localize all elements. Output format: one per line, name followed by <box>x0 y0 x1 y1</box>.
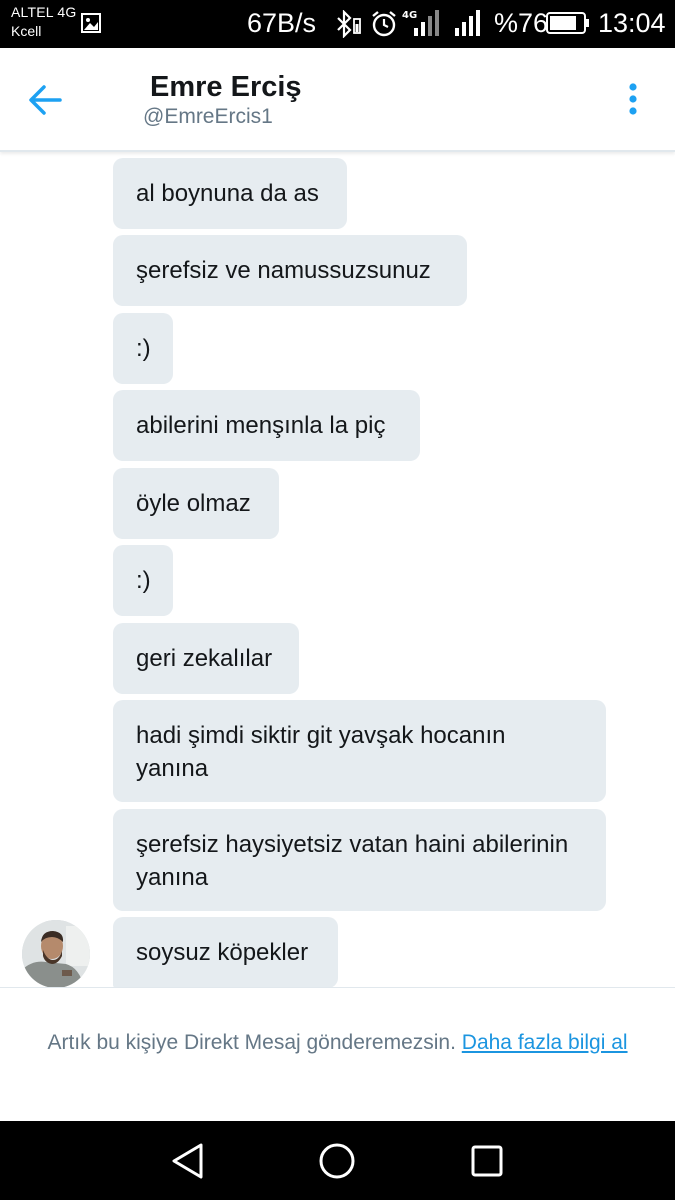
dm-disabled-notice: Artık bu kişiye Direkt Mesaj gönderemezs… <box>0 987 675 1121</box>
message-bubble[interactable]: geri zekalılar <box>113 623 299 694</box>
conversation-header: Emre Erciş @EmreErcis1 <box>0 48 675 152</box>
signal-4g-icon: 4G <box>402 10 439 36</box>
back-arrow-icon[interactable] <box>24 78 68 122</box>
nav-home-icon[interactable] <box>318 1142 356 1180</box>
message-bubble[interactable]: öyle olmaz <box>113 468 279 539</box>
message-bubble[interactable]: hadi şimdi siktir git yavşak hocanın yan… <box>113 700 606 802</box>
network-speed: 67B/s <box>247 8 317 38</box>
message-bubble[interactable]: şerefsiz ve namussuzsunuz <box>113 235 467 306</box>
notice-text: Artık bu kişiye Direkt Mesaj gönderemezs… <box>47 1031 456 1054</box>
nav-recent-apps-icon[interactable] <box>470 1144 504 1178</box>
carrier-name-secondary: Kcell <box>11 23 42 39</box>
more-options-icon[interactable] <box>618 78 648 122</box>
carrier-name: ALTEL 4G <box>11 4 77 20</box>
message-bubble[interactable]: şerefsiz haysiyetsiz vatan haini abileri… <box>113 809 606 911</box>
avatar-image <box>22 920 90 987</box>
image-notification-icon <box>81 13 101 33</box>
battery-percent: %76 <box>494 8 549 38</box>
network-type-label: 4G <box>402 10 417 21</box>
message-list[interactable]: al boynuna da as şerefsiz ve namussuzsun… <box>0 152 675 987</box>
message-bubble[interactable]: abilerini menşınla la piç <box>113 390 420 461</box>
contact-name[interactable]: Emre Erciş <box>150 71 302 104</box>
message-bubble[interactable]: soysuz köpekler <box>113 917 338 987</box>
learn-more-link[interactable]: Daha fazla bilgi al <box>462 1031 628 1054</box>
nav-back-icon[interactable] <box>170 1141 206 1181</box>
system-navigation-bar <box>0 1121 675 1200</box>
bluetooth-icon <box>337 10 361 38</box>
contact-handle[interactable]: @EmreErcis1 <box>143 105 273 129</box>
alarm-icon <box>372 11 396 37</box>
avatar[interactable] <box>22 920 90 987</box>
message-bubble[interactable]: :) <box>113 545 173 616</box>
clock: 13:04 <box>598 8 666 38</box>
battery-icon <box>546 12 589 34</box>
signal-icon <box>455 10 480 36</box>
message-bubble[interactable]: al boynuna da as <box>113 158 347 229</box>
status-bar: ALTEL 4G Kcell 67B/s 4G %76 13:04 <box>0 0 675 48</box>
message-bubble[interactable]: :) <box>113 313 173 384</box>
